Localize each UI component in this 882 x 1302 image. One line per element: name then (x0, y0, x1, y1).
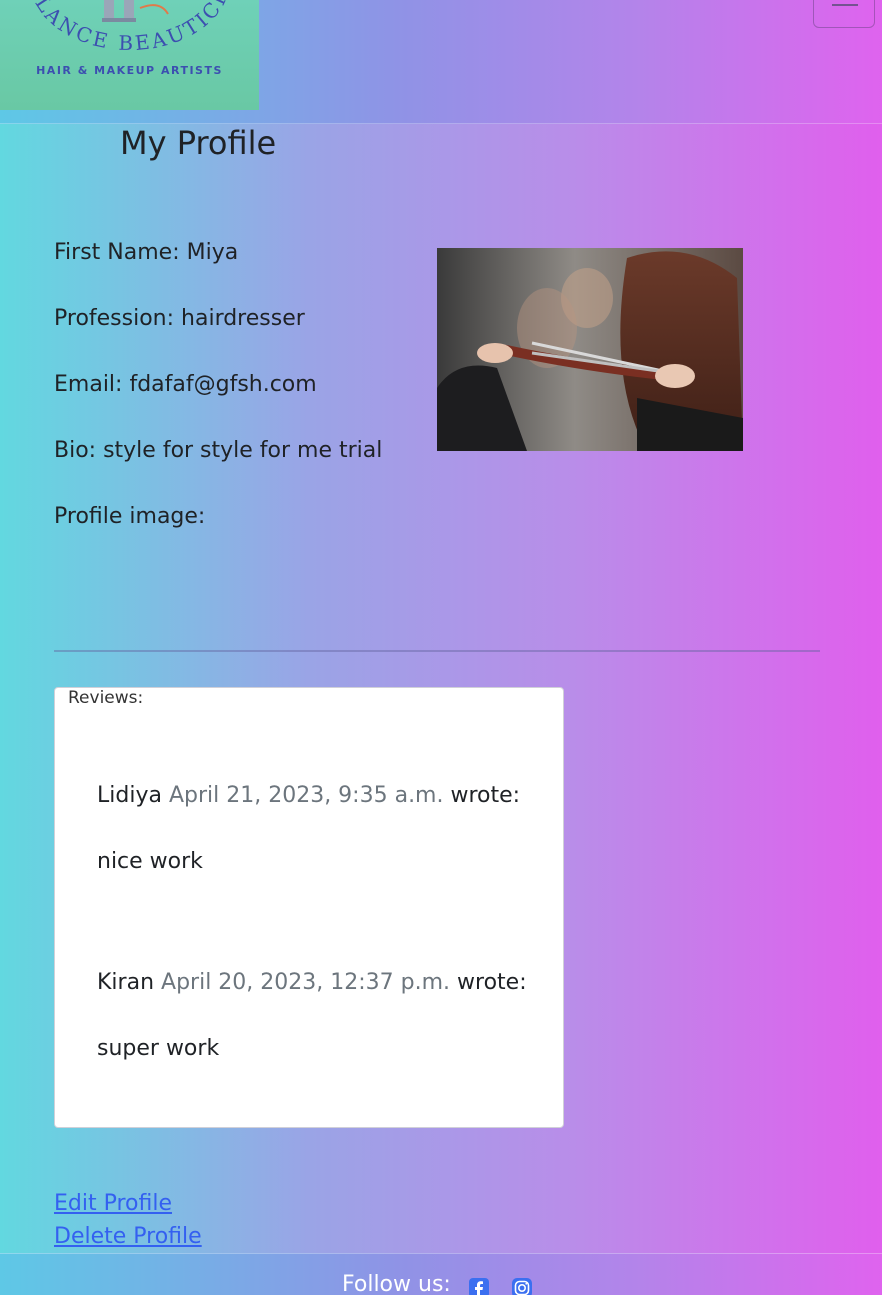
hamburger-menu-icon (832, 4, 858, 6)
reviews-card: Reviews: Lidiya April 21, 2023, 9:35 a.m… (54, 687, 564, 1128)
follow-us-text: Follow us: (342, 1272, 451, 1297)
section-divider (54, 650, 820, 652)
review-date: April 20, 2023, 12:37 p.m. (161, 970, 451, 995)
review-text: super work (97, 1036, 220, 1061)
review-header: Kiran April 20, 2023, 12:37 p.m. wrote: (97, 970, 527, 995)
review-text: nice work (97, 849, 203, 874)
profile-image-label: Profile image: (54, 504, 206, 529)
delete-profile-link[interactable]: Delete Profile (54, 1224, 202, 1249)
navbar: ELANCE BEAUTICIA HAIR & MAKEUP ARTISTS (0, 0, 882, 124)
review-author: Kiran (97, 970, 155, 995)
profession-field: Profession: hairdresser (54, 306, 305, 331)
reviews-heading: Reviews: (68, 688, 144, 708)
review-author: Lidiya (97, 783, 162, 808)
first-name-field: First Name: Miya (54, 240, 239, 265)
brand-logo[interactable]: ELANCE BEAUTICIA HAIR & MAKEUP ARTISTS (0, 0, 259, 110)
bottom-strip (0, 1295, 882, 1302)
navbar-toggler-button[interactable] (813, 0, 875, 28)
email-field: Email: fdafaf@gfsh.com (54, 372, 317, 397)
logo-subtitle: HAIR & MAKEUP ARTISTS (36, 64, 223, 77)
review-wrote: wrote: (450, 783, 521, 808)
review-date: April 21, 2023, 9:35 a.m. (168, 783, 444, 808)
edit-profile-link[interactable]: Edit Profile (54, 1191, 172, 1216)
footer: Follow us: (0, 1253, 882, 1298)
review-header: Lidiya April 21, 2023, 9:35 a.m. wrote: (97, 783, 520, 808)
review-wrote: wrote: (457, 970, 527, 995)
scissors-logo-icon: ELANCE BEAUTICIA (25, 0, 233, 55)
bio-field: Bio: style for style for me trial (54, 438, 383, 463)
profile-image (437, 248, 743, 451)
page-title: My Profile (120, 124, 277, 162)
